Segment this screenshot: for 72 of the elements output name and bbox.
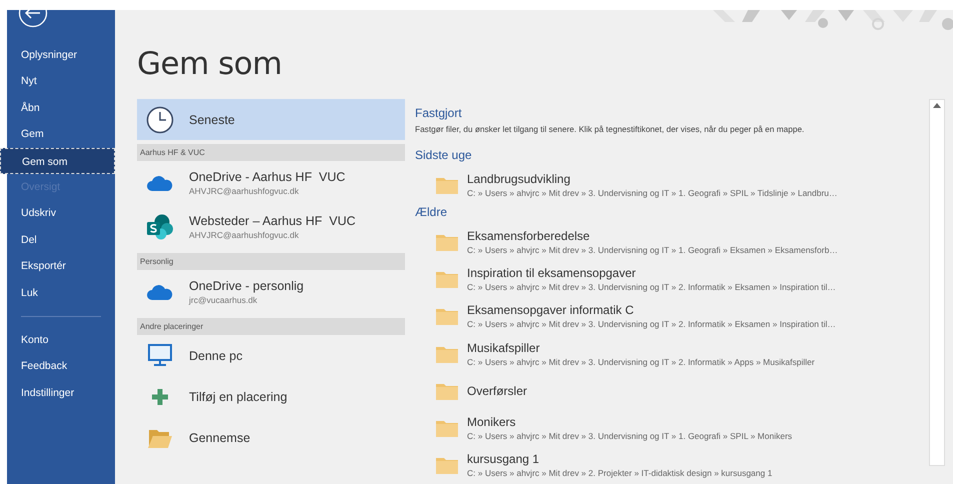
folder-name: Monikers	[467, 415, 517, 430]
location-name: OneDrive - personlig	[189, 279, 304, 293]
menu-item[interactable]: Åbn	[7, 94, 115, 122]
cloud-icon	[147, 284, 173, 300]
location-name: Denne pc	[189, 348, 243, 362]
folder-item[interactable]: Overførsler	[415, 372, 921, 410]
location-name: Tilføj en placering	[189, 390, 288, 404]
section-heading: Fastgjort	[415, 106, 463, 120]
folder-icon	[435, 269, 459, 290]
section-header: Personlig	[137, 253, 405, 270]
cloud-icon	[147, 175, 173, 191]
location-item[interactable]: Websteder – Aarhus HF VUC AHVJRC@aarhushfogvuc.dk	[137, 205, 405, 249]
folder-name: kursusgang 1	[467, 452, 540, 466]
menu-item[interactable]: Udskriv	[7, 200, 115, 227]
menu-item[interactable]: Gem som	[0, 148, 115, 174]
location-name: OneDrive - Aarhus HF VUC	[189, 170, 346, 184]
location-item[interactable]: OneDrive - personlig jrc@vucaarhus.dk	[137, 270, 405, 314]
folder-icon	[435, 418, 459, 438]
location-item[interactable]: Tilføj en placering	[137, 376, 405, 417]
menu-item[interactable]: Eksportér	[7, 253, 115, 280]
folder-icon	[435, 306, 459, 326]
page-title: Gem som	[137, 46, 283, 82]
folder-name: Musikafspiller	[467, 340, 541, 355]
plus-icon	[151, 388, 169, 406]
folder-name: Eksamensopgaver informatik C	[467, 303, 635, 318]
menu-item[interactable]: Indstillinger	[7, 380, 115, 406]
location-account: jrc@vucaarhus.dk	[189, 295, 258, 305]
menu-item[interactable]: Del	[7, 226, 115, 254]
clock-icon	[146, 106, 174, 134]
folder-item[interactable]: Eksamensopgaver informatik C C: » Users » ahvjrc » Mit drev » 3. Undervisning og IT » 2. Informatik » Eksamen » Inspiration til…	[415, 298, 921, 335]
folder-path: C: » Users » ahvjrc » Mit drev » 3. Undervisning og IT » 1. Geografi » SPIL » Monikers	[467, 431, 792, 442]
location-name: Gennemse	[189, 430, 250, 444]
scroll-up-icon[interactable]	[933, 103, 941, 108]
folder-item[interactable]: Inspiration til eksamensopgaver C: » Users » ahvjrc » Mit drev » 3. Undervisning og IT » 2. Informatik » Eksamen » Inspiration til…	[415, 260, 921, 298]
section-heading: Sidste uge	[415, 148, 473, 162]
location-name: Seneste	[189, 112, 235, 126]
monitor-icon	[147, 344, 173, 368]
folder-item[interactable]: Landbrugsudvikling C: » Users » ahvjrc » Mit drev » 3. Undervisning og IT » 1. Geografi » SPIL » Tidslinje » Landbru…	[415, 166, 921, 204]
hint-text: Fastgør filer, du ønsker let tilgang til senere. Klik på tegnestiftikonet, der vises, når du peger på en mappe.	[415, 124, 806, 134]
menu-item[interactable]: Gem	[7, 121, 115, 148]
menu-item[interactable]: Feedback	[7, 353, 115, 380]
folder-path: C: » Users » ahvjrc » Mit drev » 3. Undervisning og IT » 2. Informatik » Apps » Musikafspiller	[467, 356, 815, 367]
folder-item[interactable]: Eksamensforberedelse C: » Users » ahvjrc » Mit drev » 3. Undervisning og IT » 1. Geografi » Eksamen » Eksamensforb…	[415, 223, 921, 260]
folder-path: C: » Users » ahvjrc » Mit drev » 3. Undervisning og IT » 1. Geografi » Eksamen » Eksamensforb…	[467, 244, 838, 255]
location-item[interactable]: Gennemse	[137, 417, 405, 458]
folder-item[interactable]: kursusgang 1 C: » Users » ahvjrc » Mit drev » 2. Projekter » IT-didaktisk design » kursusgang 1	[415, 446, 921, 484]
menu-item[interactable]: Nyt	[7, 68, 115, 95]
folder-icon	[435, 455, 459, 476]
folder-name: Overførsler	[467, 384, 527, 398]
sharepoint-icon	[146, 214, 174, 240]
location-item[interactable]: OneDrive - Aarhus HF VUC AHVJRC@aarhushfogvuc.dk	[137, 161, 405, 205]
location-account: AHVJRC@aarhushfogvuc.dk	[189, 230, 300, 240]
section-header: Aarhus HF & VUC	[137, 144, 405, 161]
menu-item[interactable]: Oplysninger	[7, 42, 115, 68]
folder-path: C: » Users » ahvjrc » Mit drev » 3. Undervisning og IT » 1. Geografi » SPIL » Tidslinje » Landbru…	[467, 188, 838, 198]
location-item[interactable]: Seneste	[137, 99, 405, 140]
section-header: Andre placeringer	[137, 318, 405, 335]
folder-path: C: » Users » ahvjrc » Mit drev » 2. Projekter » IT-didaktisk design » kursusgang 1	[467, 468, 772, 478]
folder-item[interactable]: Monikers C: » Users » ahvjrc » Mit drev » 3. Undervisning og IT » 1. Geografi » SPIL » Monikers	[415, 410, 921, 447]
folder-item[interactable]: Musikafspiller C: » Users » ahvjrc » Mit drev » 3. Undervisning og IT » 2. Informatik » Apps » Musikafspiller	[415, 335, 921, 372]
scrollbar[interactable]	[929, 99, 945, 466]
folder-name: Inspiration til eksamensopgaver	[467, 266, 637, 280]
location-item[interactable]: Denne pc	[137, 335, 405, 376]
menu-item[interactable]: Luk	[7, 280, 115, 306]
location-name: Websteder – Aarhus HF VUC	[189, 214, 356, 228]
folder-name: Eksamensforberedelse	[467, 228, 591, 243]
location-account: AHVJRC@aarhushfogvuc.dk	[189, 186, 300, 196]
folder-path: C: » Users » ahvjrc » Mit drev » 3. Undervisning og IT » 2. Informatik » Eksamen » Inspiration til…	[467, 282, 836, 292]
folder-path: C: » Users » ahvjrc » Mit drev » 3. Undervisning og IT » 2. Informatik » Eksamen » Inspiration til…	[467, 319, 836, 330]
folder-name: Landbrugsudvikling	[467, 172, 572, 186]
section-heading: Ældre	[415, 205, 448, 220]
menu-item[interactable]: Konto	[7, 326, 115, 354]
